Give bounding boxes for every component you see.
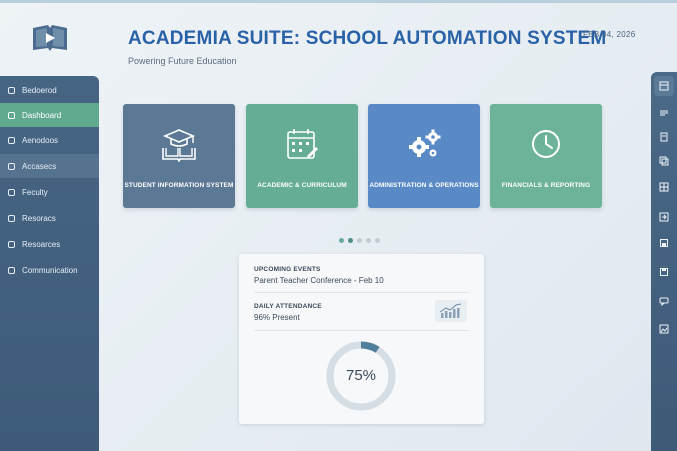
divider — [254, 292, 469, 293]
pager-dot[interactable] — [375, 238, 380, 243]
logo-icon — [33, 25, 67, 51]
event-item[interactable]: Parent Teacher Conference - Feb 10 — [254, 276, 384, 285]
page-title: ACADEMIA SUITE: SCHOOL AUTOMATION SYSTEM — [128, 28, 607, 49]
card-label: FINANCIALS & REPORTING — [501, 182, 591, 189]
page-subtitle: Powering Future Education — [128, 56, 237, 66]
copy-icon[interactable] — [659, 156, 669, 166]
card-financials-reporting[interactable]: FINANCIALS & REPORTING — [490, 104, 602, 208]
pager-dot-active[interactable] — [348, 238, 353, 243]
summary-panel: UPCOMING EVENTS Parent Teacher Conferenc… — [239, 254, 484, 424]
top-accent-line — [0, 0, 677, 3]
grid-icon[interactable] — [659, 182, 669, 192]
list-icon[interactable] — [659, 108, 669, 118]
gears-icon — [409, 129, 441, 157]
card-administration-operations[interactable]: ADMINISTRATION & OPERATIONS — [368, 104, 480, 208]
sidebar: Bedoerod Dashboard Aenodoos Accasecs Fec… — [0, 76, 99, 451]
nav-icon — [8, 162, 15, 170]
right-toolbar — [651, 72, 677, 451]
layout-icon[interactable] — [654, 76, 674, 96]
sidebar-item-resoracs[interactable]: Resoracs — [0, 206, 99, 230]
card-student-information[interactable]: STUDENT INFORMATION SYSTEM — [123, 104, 235, 208]
sidebar-item-label: Resoarces — [22, 239, 61, 249]
nav-icon — [8, 266, 15, 274]
divider — [254, 330, 469, 331]
progress-label: 75% — [345, 367, 377, 384]
nav-icon — [8, 111, 15, 119]
sidebar-item-bedoerod[interactable]: Bedoerod — [0, 78, 99, 102]
clock-icon — [532, 130, 560, 158]
chat-icon[interactable] — [659, 296, 669, 306]
disk-icon[interactable] — [659, 267, 669, 277]
card-label: ACADEMIC & CURRICULUM — [257, 182, 347, 189]
card-academic-curriculum[interactable]: ACADEMIC & CURRICULUM — [246, 104, 358, 208]
graduation-cap-book-icon — [162, 129, 196, 162]
save-icon[interactable] — [659, 238, 669, 248]
sidebar-item-resoarces[interactable]: Resoarces — [0, 232, 99, 256]
sidebar-item-communication[interactable]: Communication — [0, 258, 99, 282]
image-icon[interactable] — [659, 324, 669, 334]
sidebar-item-label: Dashboard — [22, 110, 62, 120]
sidebar-item-label: Accasecs — [22, 161, 57, 171]
attendance-heading: DAILY ATTENDANCE — [254, 303, 322, 310]
events-heading: UPCOMING EVENTS — [254, 266, 321, 273]
export-icon[interactable] — [659, 212, 669, 222]
carousel-pager — [339, 238, 380, 243]
pager-dot[interactable] — [357, 238, 362, 243]
date-label: FEB 04, 2026 — [583, 30, 636, 39]
sidebar-item-aenodoos[interactable]: Aenodoos — [0, 128, 99, 152]
nav-icon — [8, 240, 15, 248]
attendance-value: 96% Present — [254, 313, 300, 322]
calendar-icon — [287, 129, 318, 159]
sidebar-item-label: Aenodoos — [22, 135, 59, 145]
card-label: STUDENT INFORMATION SYSTEM — [124, 182, 234, 189]
card-label: ADMINISTRATION & OPERATIONS — [369, 182, 479, 189]
sidebar-item-accasecs[interactable]: Accasecs — [0, 154, 99, 178]
trend-chart-icon — [435, 300, 467, 322]
sidebar-item-label: Resoracs — [22, 213, 56, 223]
pager-dot[interactable] — [366, 238, 371, 243]
nav-icon — [8, 188, 15, 196]
sidebar-item-label: Bedoerod — [22, 85, 57, 95]
nav-icon — [8, 86, 15, 94]
sidebar-item-feculty[interactable]: Feculty — [0, 180, 99, 204]
nav-icon — [8, 214, 15, 222]
document-icon[interactable] — [659, 132, 669, 142]
sidebar-item-label: Communication — [22, 265, 78, 275]
sidebar-item-dashboard[interactable]: Dashboard — [0, 103, 99, 127]
nav-icon — [8, 136, 15, 144]
pager-dot[interactable] — [339, 238, 344, 243]
sidebar-item-label: Feculty — [22, 187, 48, 197]
